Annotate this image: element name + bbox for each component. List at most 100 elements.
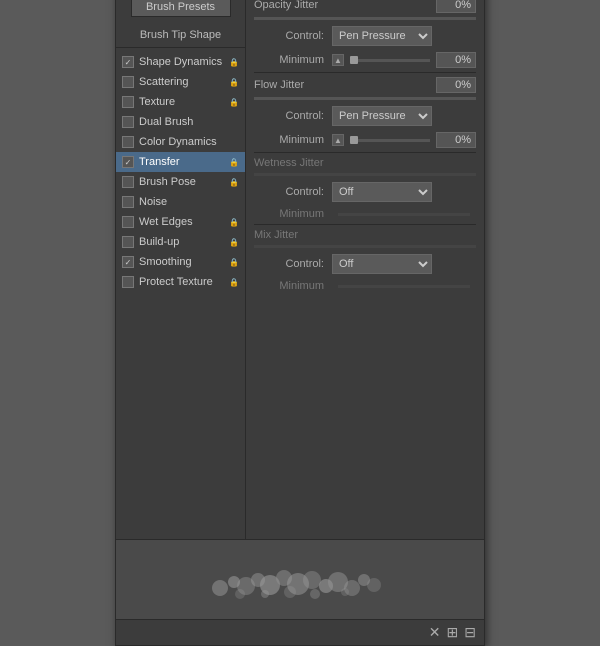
- opacity-jitter-row: Opacity Jitter 0%: [254, 0, 476, 13]
- toolbar-folder-icon[interactable]: ⊞: [447, 624, 459, 641]
- control-select-1[interactable]: Pen Pressure: [332, 26, 432, 46]
- lock-icon-8: 🔒: [229, 218, 239, 227]
- separator-3: [254, 224, 476, 225]
- sidebar-items-container: ✓Shape Dynamics🔒Scattering🔒Texture🔒Dual …: [116, 52, 245, 292]
- mix-jitter-row: Mix Jitter: [254, 229, 476, 241]
- control-row-3: Control: Off: [254, 182, 476, 202]
- minimum-label-4: Minimum: [254, 280, 324, 292]
- sidebar-item-label-6: Brush Pose: [139, 176, 227, 188]
- right-panel: Opacity Jitter 0% Control: Pen Pressure …: [246, 0, 484, 539]
- sidebar-item-shape-dynamics[interactable]: ✓ Shape Dynamics🔒: [116, 52, 245, 72]
- toolbar-create-icon[interactable]: ✕: [429, 624, 441, 641]
- wetness-jitter-slider[interactable]: [254, 173, 476, 176]
- lock-icon-5: 🔒: [229, 158, 239, 167]
- minimum-arrow-1[interactable]: ▲: [332, 54, 344, 66]
- mix-jitter-label: Mix Jitter: [254, 229, 476, 241]
- minimum-row-4: Minimum: [254, 280, 476, 292]
- mix-jitter-slider[interactable]: [254, 245, 476, 248]
- wetness-jitter-row: Wetness Jitter: [254, 157, 476, 169]
- checkbox-4[interactable]: [122, 136, 134, 148]
- sidebar-section-header: Brush Tip Shape: [116, 25, 245, 48]
- minimum-value-2: 0%: [436, 132, 476, 148]
- minimum-row-2: Minimum ▲ 0%: [254, 132, 476, 148]
- sidebar-item-wet-edges[interactable]: Wet Edges🔒: [116, 212, 245, 232]
- sidebar-item-label-10: Smoothing: [139, 256, 227, 268]
- control-select-3[interactable]: Off: [332, 182, 432, 202]
- checkbox-7[interactable]: [122, 196, 134, 208]
- brush-presets-button[interactable]: Brush Presets: [131, 0, 231, 17]
- sidebar-item-dual-brush[interactable]: Dual Brush: [116, 112, 245, 132]
- lock-icon-2: 🔒: [229, 98, 239, 107]
- checkbox-6[interactable]: [122, 176, 134, 188]
- opacity-jitter-slider[interactable]: [254, 17, 476, 20]
- checkbox-11[interactable]: [122, 276, 134, 288]
- control-label-3: Control:: [254, 186, 324, 198]
- control-label-2: Control:: [254, 110, 324, 122]
- minimum-slider-3[interactable]: [338, 213, 470, 216]
- lock-icon-11: 🔒: [229, 278, 239, 287]
- minimum-row-1: Minimum ▲ 0%: [254, 52, 476, 68]
- lock-icon-9: 🔒: [229, 238, 239, 247]
- sidebar-item-scattering[interactable]: Scattering🔒: [116, 72, 245, 92]
- lock-icon-1: 🔒: [229, 78, 239, 87]
- sidebar-item-label-2: Texture: [139, 96, 227, 108]
- sidebar: Brush Presets Brush Tip Shape ✓ Shape Dyn…: [116, 0, 246, 539]
- sidebar-item-build-up[interactable]: Build-up🔒: [116, 232, 245, 252]
- opacity-jitter-value: 0%: [436, 0, 476, 13]
- sidebar-item-label-5: Transfer: [139, 156, 227, 168]
- lock-icon-0: 🔒: [229, 58, 239, 67]
- sidebar-item-texture[interactable]: Texture🔒: [116, 92, 245, 112]
- minimum-slider-1[interactable]: [350, 59, 430, 62]
- lock-icon-6: 🔒: [229, 178, 239, 187]
- wetness-jitter-label: Wetness Jitter: [254, 157, 476, 169]
- checkbox-8[interactable]: [122, 216, 134, 228]
- sidebar-item-brush-pose[interactable]: Brush Pose🔒: [116, 172, 245, 192]
- lock-icon-10: 🔒: [229, 258, 239, 267]
- sidebar-item-noise[interactable]: Noise: [116, 192, 245, 212]
- sidebar-item-label-4: Color Dynamics: [139, 136, 239, 148]
- separator-1: [254, 72, 476, 73]
- sidebar-item-protect-texture[interactable]: Protect Texture🔒: [116, 272, 245, 292]
- minimum-label-2: Minimum: [254, 134, 324, 146]
- control-label-1: Control:: [254, 30, 324, 42]
- minimum-slider-4[interactable]: [338, 285, 470, 288]
- checkbox-2[interactable]: [122, 96, 134, 108]
- minimum-label-3: Minimum: [254, 208, 324, 220]
- brush-panel: Brush ◁▷ ≡▼ Brush Presets Brush Tip Shap…: [115, 0, 485, 646]
- checkbox-3[interactable]: [122, 116, 134, 128]
- checkbox-1[interactable]: [122, 76, 134, 88]
- control-row-4: Control: Off: [254, 254, 476, 274]
- flow-jitter-label: Flow Jitter: [254, 79, 436, 91]
- bottom-toolbar: ✕ ⊞ ⊟: [116, 619, 484, 645]
- checkbox-10[interactable]: ✓: [122, 256, 134, 268]
- sidebar-item-transfer[interactable]: ✓ Transfer🔒: [116, 152, 245, 172]
- brush-preview-area: [116, 539, 484, 619]
- flow-jitter-row: Flow Jitter 0%: [254, 77, 476, 93]
- minimum-label-1: Minimum: [254, 54, 324, 66]
- brush-preview-svg: [190, 550, 410, 610]
- sidebar-item-label-11: Protect Texture: [139, 276, 227, 288]
- toolbar-delete-icon[interactable]: ⊟: [464, 624, 476, 641]
- minimum-slider-2[interactable]: [350, 139, 430, 142]
- control-select-4[interactable]: Off: [332, 254, 432, 274]
- sidebar-item-label-1: Scattering: [139, 76, 227, 88]
- checkbox-0[interactable]: ✓: [122, 56, 134, 68]
- minimum-value-1: 0%: [436, 52, 476, 68]
- sidebar-item-smoothing[interactable]: ✓ Smoothing🔒: [116, 252, 245, 272]
- flow-jitter-value: 0%: [436, 77, 476, 93]
- panel-body: Brush Presets Brush Tip Shape ✓ Shape Dyn…: [116, 0, 484, 539]
- sidebar-item-label-9: Build-up: [139, 236, 227, 248]
- sidebar-item-label-3: Dual Brush: [139, 116, 239, 128]
- minimum-row-3: Minimum: [254, 208, 476, 220]
- checkbox-5[interactable]: ✓: [122, 156, 134, 168]
- separator-2: [254, 152, 476, 153]
- sidebar-item-label-0: Shape Dynamics: [139, 56, 227, 68]
- control-select-2[interactable]: Pen Pressure: [332, 106, 432, 126]
- opacity-jitter-label: Opacity Jitter: [254, 0, 436, 11]
- minimum-arrow-2[interactable]: ▲: [332, 134, 344, 146]
- checkbox-9[interactable]: [122, 236, 134, 248]
- flow-jitter-slider[interactable]: [254, 97, 476, 100]
- sidebar-item-color-dynamics[interactable]: Color Dynamics: [116, 132, 245, 152]
- control-label-4: Control:: [254, 258, 324, 270]
- control-row-1: Control: Pen Pressure: [254, 26, 476, 46]
